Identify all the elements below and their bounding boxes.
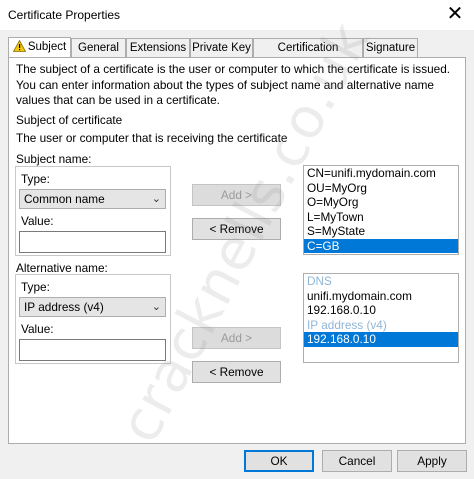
- alternative-name-label: Alternative name:: [16, 261, 108, 275]
- alt-remove-button[interactable]: < Remove: [192, 361, 281, 383]
- ok-button[interactable]: OK: [244, 450, 314, 472]
- list-group-header: IP address (v4): [307, 317, 387, 332]
- list-item[interactable]: OU=MyOrg: [304, 181, 458, 196]
- alt-value-input[interactable]: [19, 339, 166, 361]
- tab-strip: Subject General Extensions Private Key C…: [8, 37, 466, 72]
- list-item[interactable]: unifi.mydomain.com: [304, 289, 458, 304]
- subject-type-label: Type:: [21, 172, 50, 186]
- subject-heading: Subject of certificate: [16, 113, 123, 127]
- alt-type-value: IP address (v4): [24, 300, 104, 314]
- list-item[interactable]: S=MyState: [304, 224, 458, 239]
- subject-name-label: Subject name:: [16, 152, 92, 166]
- chevron-down-icon: ⌄: [151, 193, 161, 205]
- apply-button[interactable]: Apply: [397, 450, 467, 472]
- list-item-selected[interactable]: C=GB: [304, 238, 458, 253]
- tab-label: Private Key: [192, 42, 251, 54]
- tab-label: Extensions: [129, 42, 187, 54]
- list-item-selected[interactable]: 192.168.0.10: [304, 332, 458, 347]
- tab-subject[interactable]: Subject: [8, 37, 71, 58]
- description-text: The subject of a certificate is the user…: [16, 62, 451, 107]
- alternative-values-list[interactable]: DNS unifi.mydomain.com 192.168.0.10 IP a…: [303, 273, 459, 363]
- tab-label: Signature: [365, 42, 416, 54]
- list-item[interactable]: O=MyOrg: [304, 195, 458, 210]
- list-item[interactable]: L=MyTown: [304, 210, 458, 225]
- alt-type-label: Type:: [21, 280, 50, 294]
- tab-certification-authority[interactable]: Certification Authority: [253, 38, 363, 72]
- subject-type-select[interactable]: Common name ⌄: [19, 189, 166, 209]
- tab-extensions[interactable]: Extensions: [126, 38, 190, 57]
- subject-add-button[interactable]: Add >: [192, 184, 281, 206]
- alt-add-button[interactable]: Add >: [192, 327, 281, 349]
- close-icon[interactable]: ✕: [442, 2, 468, 26]
- tab-label: General: [78, 42, 119, 54]
- list-group-header: DNS: [307, 274, 332, 288]
- subject-value-label: Value:: [21, 214, 54, 228]
- subject-value-input[interactable]: [19, 231, 166, 253]
- window-title: Certificate Properties: [8, 8, 121, 22]
- subject-remove-button[interactable]: < Remove: [192, 218, 281, 240]
- title-bar: Certificate Properties ✕: [0, 0, 474, 30]
- warning-icon: [12, 39, 26, 58]
- alt-type-select[interactable]: IP address (v4) ⌄: [19, 297, 166, 317]
- subject-values-list[interactable]: CN=unifi.mydomain.com OU=MyOrg O=MyOrg L…: [303, 165, 459, 255]
- tab-private-key[interactable]: Private Key: [190, 38, 253, 57]
- tab-signature[interactable]: Signature: [363, 38, 418, 57]
- alt-value-label: Value:: [21, 322, 54, 336]
- subject-subheading: The user or computer that is receiving t…: [16, 131, 288, 145]
- list-item[interactable]: CN=unifi.mydomain.com: [304, 166, 458, 181]
- subject-type-value: Common name: [24, 192, 105, 206]
- cancel-button[interactable]: Cancel: [322, 450, 392, 472]
- tab-label: Subject: [27, 41, 67, 53]
- tab-general[interactable]: General: [71, 38, 126, 57]
- chevron-down-icon: ⌄: [151, 301, 161, 313]
- list-item[interactable]: 192.168.0.10: [304, 303, 458, 318]
